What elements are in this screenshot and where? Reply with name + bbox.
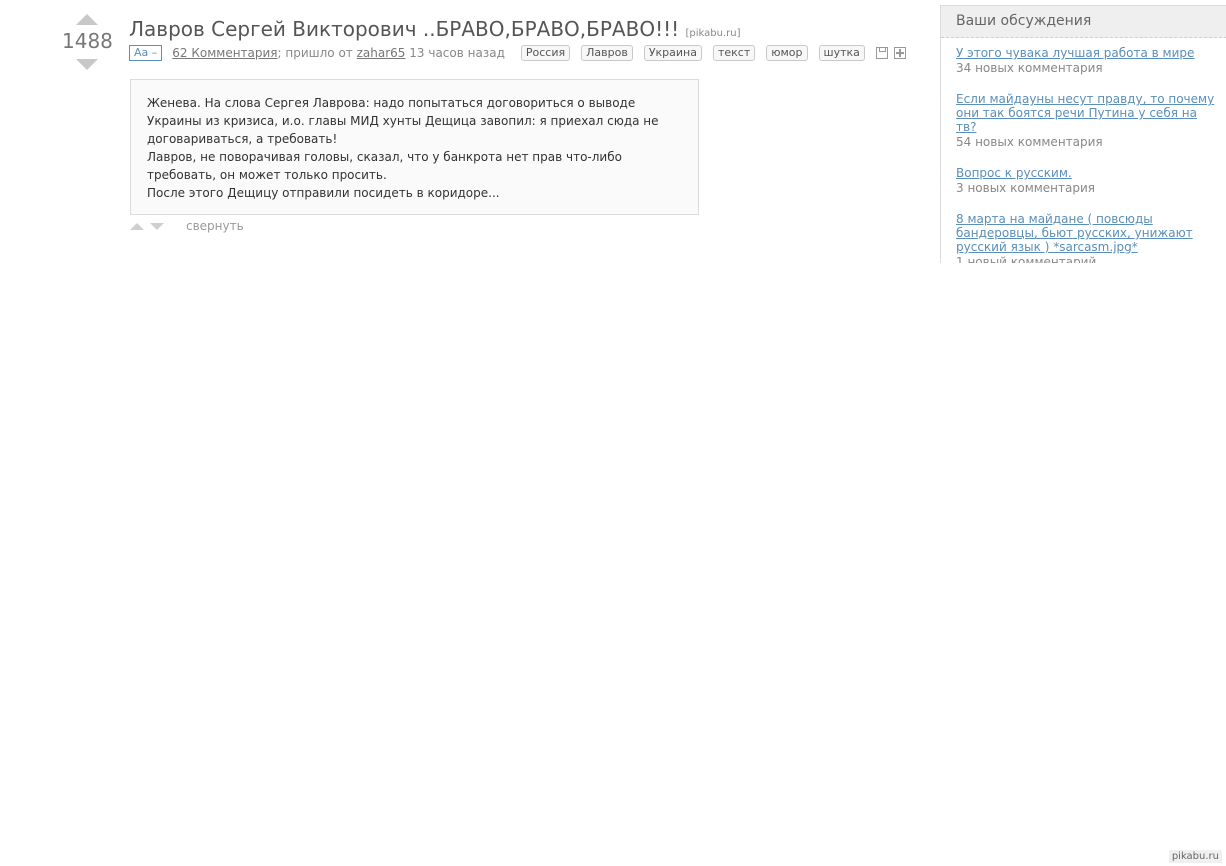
discussion-link[interactable]: Вопрос к русским.: [956, 166, 1217, 180]
discussion-link[interactable]: Если майдауны несут правду, то почему он…: [956, 92, 1217, 134]
tag-item[interactable]: текст: [712, 45, 756, 61]
post-body-line: Женева. На слова Сергея Лаврова: надо по…: [147, 96, 659, 146]
discussion-link[interactable]: У этого чувака лучшая работа в мире: [956, 46, 1217, 60]
sidebar-title: Ваши обсуждения: [941, 5, 1226, 38]
small-upvote-icon[interactable]: [130, 222, 144, 230]
upvote-arrow-icon[interactable]: [76, 14, 98, 25]
tag-item[interactable]: юмор: [766, 45, 808, 61]
post-rating: 1488: [62, 29, 113, 53]
post-actions: свернуть: [130, 219, 244, 233]
plus-icon[interactable]: [893, 47, 906, 59]
tag-item[interactable]: Россия: [520, 45, 571, 61]
discussion-link[interactable]: 8 марта на майдане ( повсюды бандеровцы,…: [956, 212, 1217, 254]
collapse-link[interactable]: свернуть: [186, 219, 244, 233]
post-body-line: После этого Дещицу отправили посидеть в …: [147, 186, 500, 200]
vote-block: 1488: [62, 14, 113, 70]
discussion-count: 1 новый комментарий: [956, 255, 1097, 263]
discussion-item: 8 марта на майдане ( повсюды бандеровцы,…: [941, 212, 1226, 263]
discussion-item: Если майдауны несут правду, то почему он…: [941, 92, 1226, 151]
post-title[interactable]: Лавров Сергей Викторович ..БРАВО,БРАВО,Б…: [129, 17, 679, 41]
discussion-item: Вопрос к русским. 3 новых комментария: [941, 166, 1226, 197]
post-source: [pikabu.ru]: [685, 28, 741, 39]
discussion-count: 54 новых комментария: [956, 135, 1103, 149]
tag-item[interactable]: Украина: [643, 45, 702, 61]
tag-list: Россия Лавров Украина текст юмор шутка: [520, 45, 876, 61]
downvote-arrow-icon[interactable]: [76, 59, 98, 70]
discussion-count: 34 новых комментария: [956, 61, 1103, 75]
discussion-count: 3 новых комментария: [956, 181, 1096, 195]
site-watermark: pikabu.ru: [1168, 850, 1222, 863]
discussions-sidebar: Ваши обсуждения У этого чувака лучшая ра…: [940, 5, 1226, 263]
from-text: ; пришло от: [277, 46, 353, 60]
tag-item[interactable]: Лавров: [581, 45, 633, 61]
post-time: 13 часов назад: [409, 46, 505, 60]
tag-item[interactable]: шутка: [818, 45, 865, 61]
post-title-row: Лавров Сергей Викторович ..БРАВО,БРАВО,Б…: [129, 17, 741, 41]
post-body-line: Лавров, не поворачивая головы, сказал, ч…: [147, 150, 622, 182]
post-meta: Аа – 62 Комментария ; пришло от zahar65 …: [129, 45, 906, 61]
discussion-item: У этого чувака лучшая работа в мире 34 н…: [941, 46, 1226, 77]
font-toggle-button[interactable]: Аа –: [129, 45, 163, 61]
save-icon[interactable]: [875, 47, 888, 59]
comments-link[interactable]: 62 Комментария: [172, 46, 277, 60]
post-body: Женева. На слова Сергея Лаврова: надо по…: [130, 79, 699, 215]
author-link[interactable]: zahar65: [357, 46, 406, 60]
small-downvote-icon[interactable]: [150, 222, 164, 230]
